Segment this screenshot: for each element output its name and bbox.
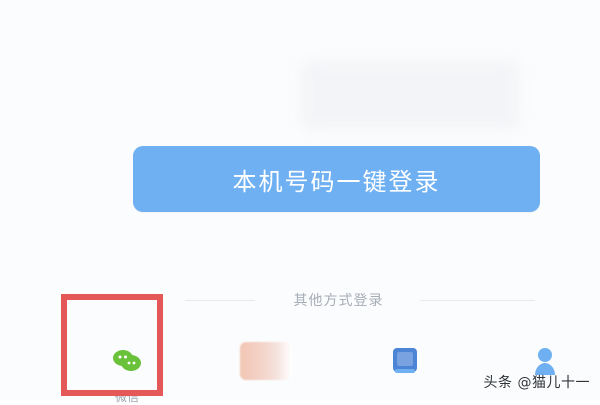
watermark: 头条 @猫儿十一 xyxy=(483,375,590,391)
background-shape xyxy=(300,60,520,130)
one-key-login-button[interactable]: 本机号码一键登录 xyxy=(133,146,540,212)
wechat-highlight-box xyxy=(61,294,163,396)
other-methods-label: 其他方式登录 xyxy=(293,293,384,309)
login-screen: 本机号码一键登录 其他方式登录 微信 头条 @猫儿十一 xyxy=(0,0,600,404)
phone-icon xyxy=(387,342,423,378)
phone-login-option[interactable] xyxy=(360,330,450,400)
qq-icon xyxy=(240,342,292,380)
one-key-login-label: 本机号码一键登录 xyxy=(232,167,441,196)
divider-right xyxy=(420,300,535,301)
qq-login-option[interactable] xyxy=(222,330,312,400)
divider-left xyxy=(185,300,255,301)
